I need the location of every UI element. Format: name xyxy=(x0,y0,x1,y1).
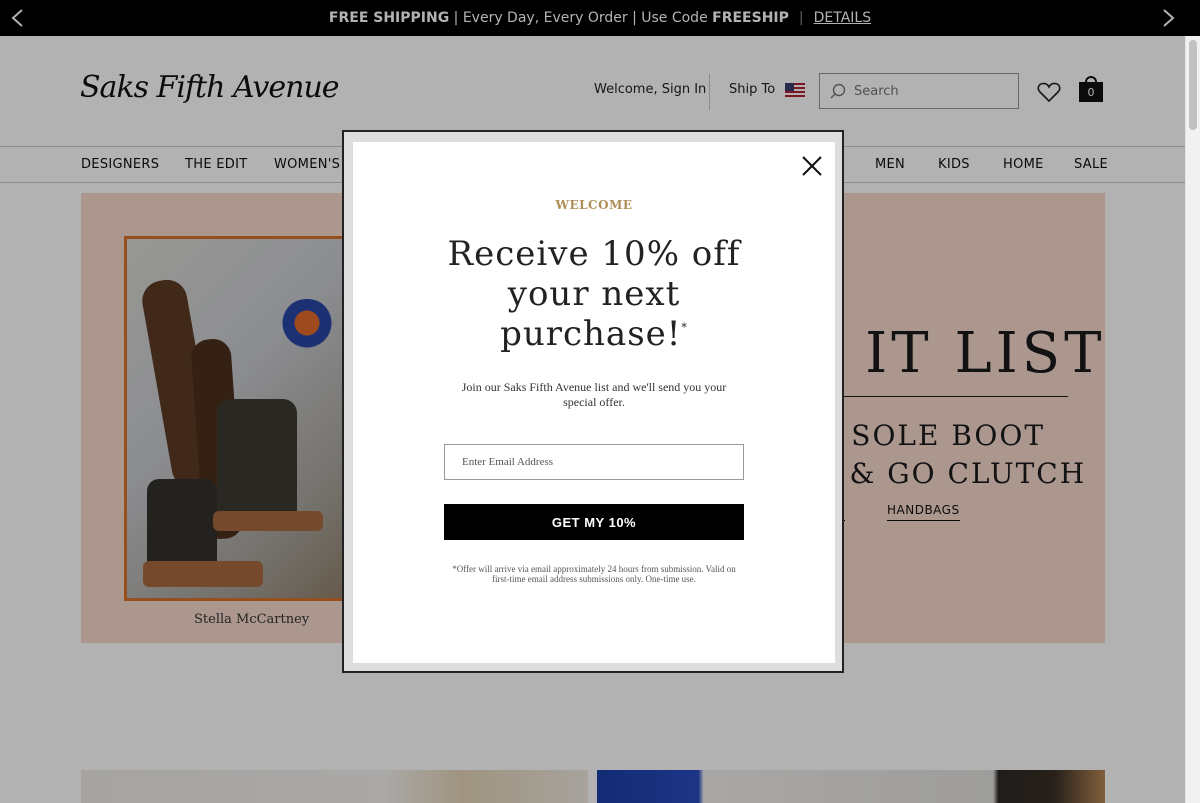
signup-modal-frame: WELCOME Receive 10% off your next purcha… xyxy=(342,130,844,673)
modal-headline: Receive 10% off your next purchase!* xyxy=(434,234,754,354)
page-scrollbar[interactable] xyxy=(1185,36,1200,803)
modal-subtext: Join our Saks Fifth Avenue list and we'l… xyxy=(461,380,727,409)
modal-eyebrow: WELCOME xyxy=(555,198,633,212)
get-discount-button[interactable]: GET MY 10% xyxy=(444,504,744,540)
modal-fine-print: *Offer will arrive via email approximate… xyxy=(452,564,736,584)
signup-modal: WELCOME Receive 10% off your next purcha… xyxy=(353,142,835,663)
scrollbar-thumb[interactable] xyxy=(1189,40,1197,130)
close-icon[interactable] xyxy=(800,154,824,178)
modal-asterisk: * xyxy=(681,321,688,334)
modal-headline-text: Receive 10% off your next purchase! xyxy=(447,234,741,354)
email-field[interactable] xyxy=(444,444,744,480)
